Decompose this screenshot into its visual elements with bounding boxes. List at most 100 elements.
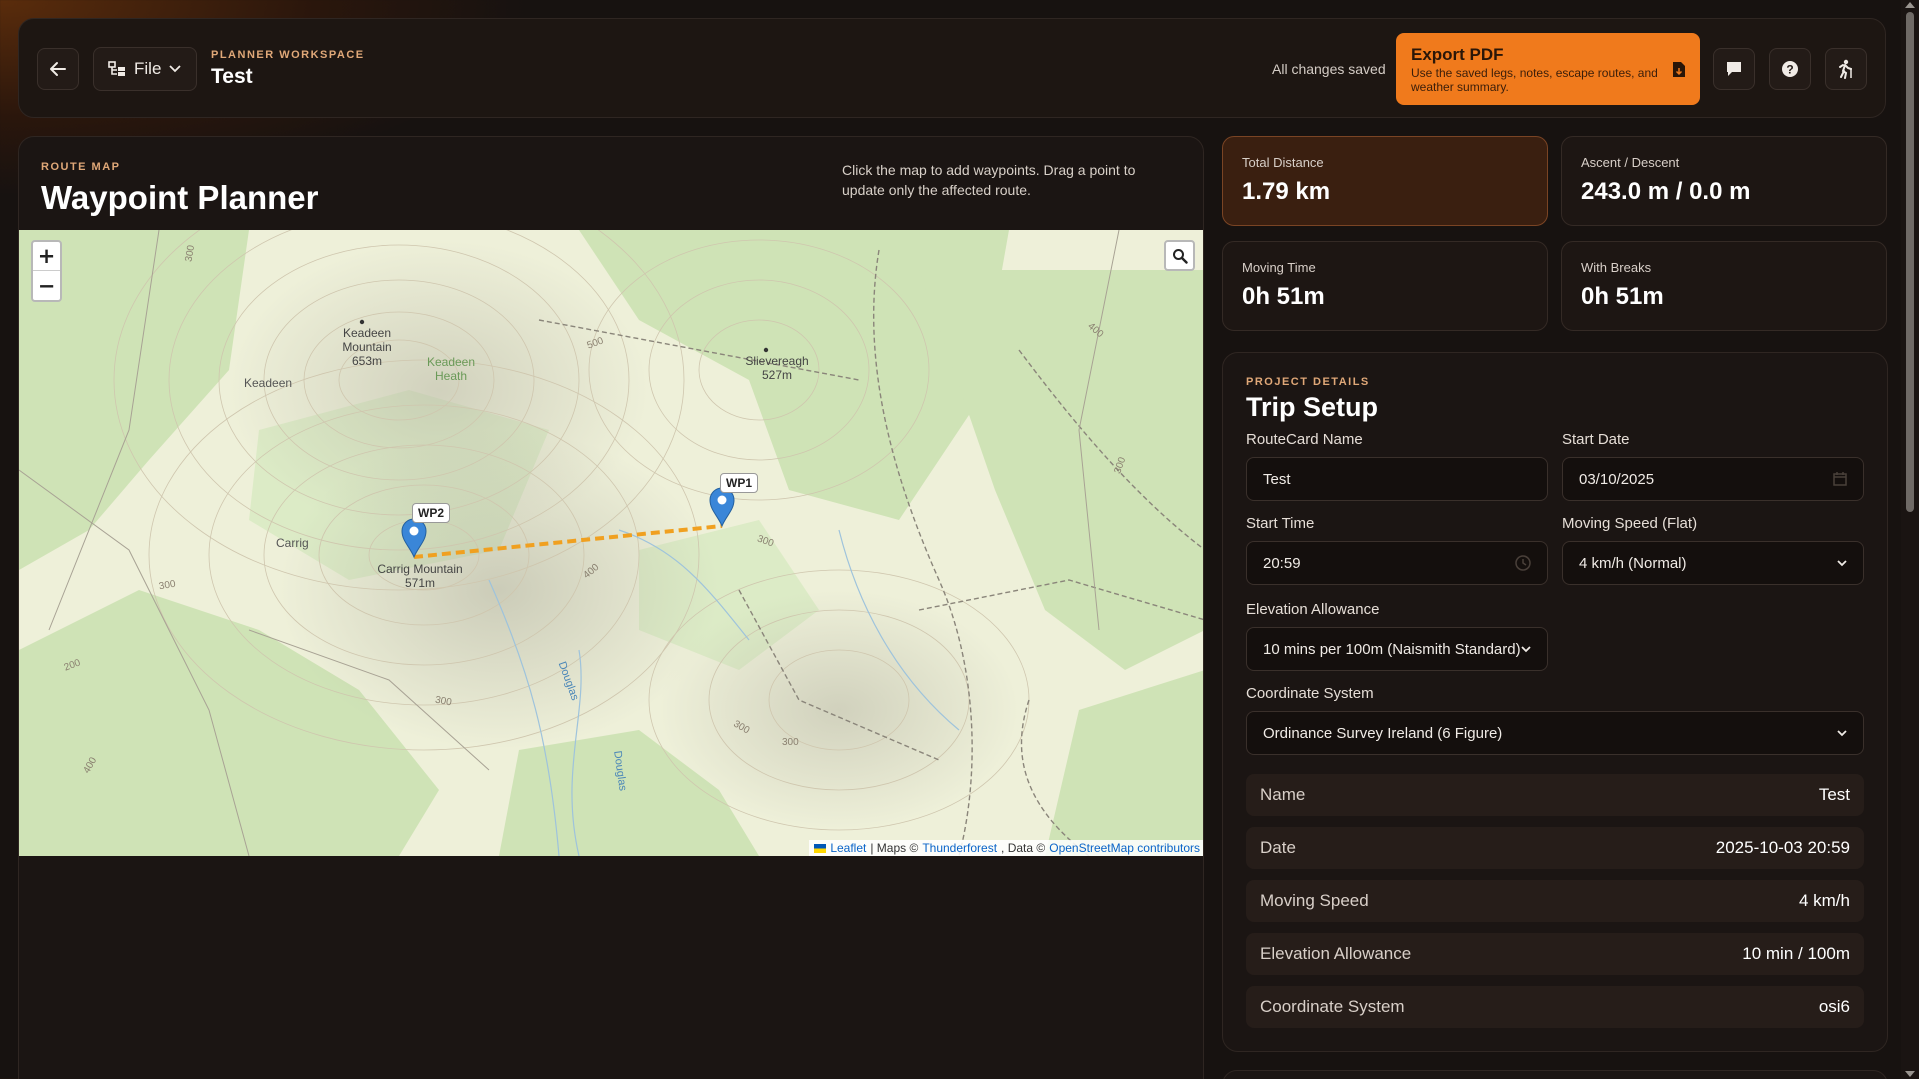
export-pdf-button[interactable]: Export PDF Use the saved legs, notes, es…: [1396, 33, 1700, 105]
workspace-title: Test: [211, 65, 253, 88]
scroll-down-icon[interactable]: [1905, 1071, 1915, 1077]
stat-value: 0h 51m: [1242, 283, 1325, 310]
chevron-down-icon: [1837, 729, 1847, 736]
stat-label: With Breaks: [1581, 260, 1652, 275]
stat-value: 1.79 km: [1242, 178, 1331, 205]
summary-key: Name: [1260, 785, 1306, 804]
summit-slievereagh-icon: [763, 347, 769, 353]
osm-link[interactable]: OpenStreetMap contributors: [1049, 841, 1200, 855]
summit-keadeen-icon: [359, 319, 365, 325]
place-label-keadeen-mountain: Keadeen Mountain 653m: [342, 326, 392, 368]
thunderforest-link[interactable]: Thunderforest: [922, 841, 997, 855]
attribution-text: | Maps ©: [870, 841, 919, 855]
trip-setup-title: Trip Setup: [1246, 392, 1379, 422]
help-icon: ?: [1782, 61, 1798, 77]
scroll-up-icon[interactable]: [1905, 2, 1915, 8]
workspace-eyebrow: PLANNER WORKSPACE: [211, 49, 365, 61]
routecard-name-value: Test: [1263, 470, 1291, 488]
file-menu-button[interactable]: File: [93, 47, 197, 91]
export-pdf-subtitle: Use the saved legs, notes, escape routes…: [1411, 66, 1658, 94]
waypoint-label-wp1[interactable]: WP1: [720, 473, 759, 493]
search-icon: [1172, 248, 1188, 264]
start-date-input[interactable]: 03/10/2025: [1562, 457, 1864, 501]
stat-label: Total Distance: [1242, 155, 1324, 170]
next-card: [1222, 1070, 1888, 1079]
route-map-eyebrow: ROUTE MAP: [41, 161, 121, 173]
back-arrow-icon: [50, 62, 66, 76]
summary-key: Date: [1260, 838, 1296, 857]
summary-value: Test: [1818, 785, 1850, 804]
back-button[interactable]: [37, 48, 79, 90]
stat-label: Ascent / Descent: [1581, 155, 1680, 170]
help-button[interactable]: ?: [1769, 48, 1811, 90]
hillshade-south: [659, 590, 1019, 830]
zoom-out-button[interactable]: −: [33, 271, 60, 300]
start-date-label: Start Date: [1562, 431, 1630, 448]
svg-text:?: ?: [1786, 63, 1793, 77]
comments-button[interactable]: [1713, 48, 1755, 90]
routecard-name-input[interactable]: Test: [1246, 457, 1548, 501]
scrollbar-thumb[interactable]: [1906, 12, 1914, 512]
stat-moving-time: Moving Time 0h 51m: [1222, 241, 1548, 331]
leaflet-link[interactable]: Leaflet: [830, 841, 866, 855]
map-hint: Click the map to add waypoints. Drag a p…: [842, 162, 1136, 198]
place-label-keadeen: Keadeen: [244, 376, 293, 390]
start-time-input[interactable]: 20:59: [1246, 541, 1548, 585]
elevation-allowance-label: Elevation Allowance: [1246, 601, 1380, 618]
place-label-slievereagh: Slievereagh 527m: [745, 354, 809, 382]
place-label-keadeen-heath: Keadeen Heath: [426, 355, 476, 383]
route-map-card: ROUTE MAP Waypoint Planner Click the map…: [18, 136, 1204, 1079]
coordinate-system-label: Coordinate System: [1246, 685, 1374, 702]
elevation-allowance-value: 10 mins per 100m (Naismith Standard): [1263, 640, 1521, 658]
chevron-down-icon: [169, 65, 182, 73]
zoom-control: + −: [31, 240, 62, 302]
elevation-allowance-select[interactable]: 10 mins per 100m (Naismith Standard): [1246, 627, 1548, 671]
export-pdf-title: Export PDF: [1411, 45, 1504, 64]
chevron-down-icon: [1837, 559, 1847, 566]
calendar-icon[interactable]: [1833, 472, 1847, 486]
clock-icon[interactable]: [1515, 555, 1531, 571]
summary-row-name: Name Test: [1246, 774, 1864, 816]
summary-row-coordinate-system: Coordinate System osi6: [1246, 986, 1864, 1028]
zoom-in-button[interactable]: +: [33, 242, 60, 271]
map-attribution: Leaflet | Maps © Thunderforest , Data © …: [809, 840, 1203, 856]
summary-key: Moving Speed: [1260, 891, 1369, 910]
stat-ascent-descent: Ascent / Descent 243.0 m / 0.0 m: [1561, 136, 1887, 226]
stat-value: 0h 51m: [1581, 283, 1664, 310]
place-label-carrig-mountain: Carrig Mountain 571m: [377, 562, 463, 590]
attribution-text: , Data ©: [1001, 841, 1046, 855]
project-details-eyebrow: PROJECT DETAILS: [1246, 376, 1370, 388]
hiker-icon: [1839, 59, 1852, 79]
place-label-carrig: Carrig: [276, 536, 309, 550]
summary-row-date: Date 2025-10-03 20:59: [1246, 827, 1864, 869]
contour-label: 300: [782, 737, 799, 748]
summary-row-moving-speed: Moving Speed 4 km/h: [1246, 880, 1864, 922]
map-search-button[interactable]: [1164, 240, 1195, 271]
routecard-name-label: RouteCard Name: [1246, 431, 1363, 448]
page-scrollbar[interactable]: [1901, 0, 1919, 1079]
map-tiles[interactable]: [19, 230, 1204, 856]
coordinate-system-select[interactable]: Ordinance Survey Ireland (6 Figure): [1246, 711, 1864, 755]
document-download-icon: [1673, 62, 1685, 77]
summary-row-elevation: Elevation Allowance 10 min / 100m: [1246, 933, 1864, 975]
summary-value: 4 km/h: [1798, 891, 1850, 910]
workspace-header: File PLANNER WORKSPACE Test All changes …: [18, 18, 1886, 118]
waypoint-label-wp2[interactable]: WP2: [412, 503, 451, 523]
hillshade-carrig: [279, 430, 719, 750]
route-map[interactable]: Keadeen Mountain 653m Keadeen Heath Keadeen…: [19, 230, 1204, 856]
waypoint-planner-title: Waypoint Planner: [41, 179, 319, 216]
chevron-down-icon: [1521, 645, 1531, 652]
moving-speed-label: Moving Speed (Flat): [1562, 515, 1698, 532]
stat-value: 243.0 m / 0.0 m: [1581, 178, 1751, 205]
start-time-value: 20:59: [1263, 554, 1301, 572]
summary-key: Coordinate System: [1260, 997, 1405, 1016]
stat-total-distance: Total Distance 1.79 km: [1222, 136, 1548, 226]
hiker-mode-button[interactable]: [1825, 48, 1867, 90]
start-date-value: 03/10/2025: [1579, 470, 1655, 488]
summary-value: 2025-10-03 20:59: [1715, 838, 1850, 857]
file-tree-icon: [108, 61, 125, 76]
start-time-label: Start Time: [1246, 515, 1315, 532]
file-menu-label: File: [134, 59, 162, 78]
stat-label: Moving Time: [1242, 260, 1316, 275]
moving-speed-select[interactable]: 4 km/h (Normal): [1562, 541, 1864, 585]
